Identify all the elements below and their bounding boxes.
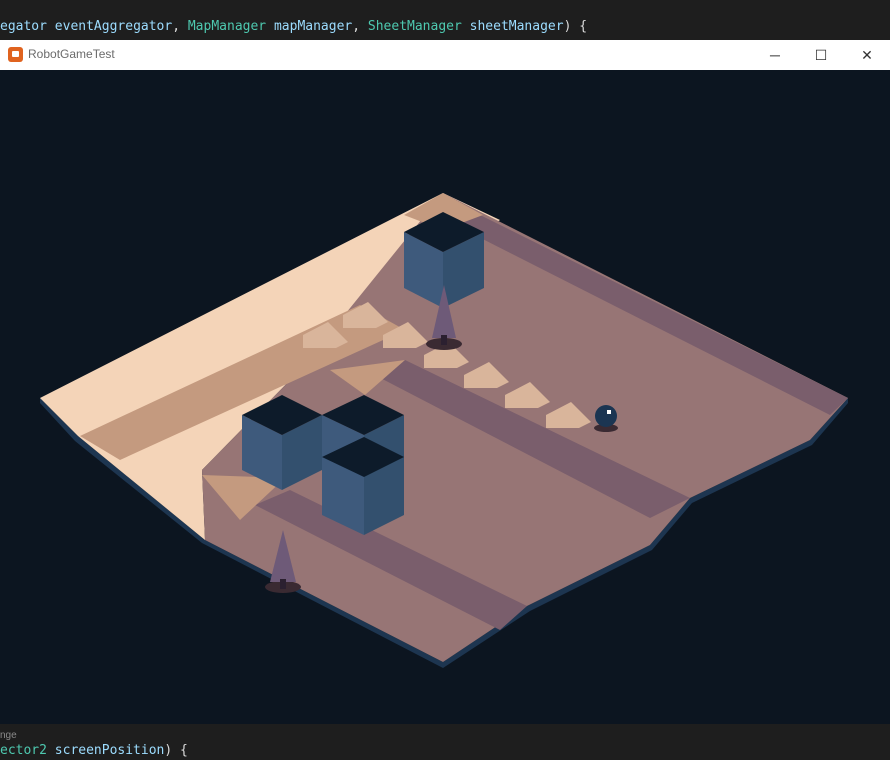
code-line-constructor: egator eventAggregator, MapManager mapMa… (0, 19, 587, 34)
code-line-method: ector2 screenPosition) { (0, 743, 188, 758)
close-button[interactable]: ✕ (844, 40, 890, 70)
code-token: ector2 (0, 743, 47, 758)
game-viewport[interactable] (0, 70, 890, 724)
code-token: egator (0, 19, 55, 34)
code-token: mapManager (266, 19, 353, 34)
brick-block (242, 395, 322, 490)
code-hint-text: nge (0, 730, 17, 741)
code-token: MapManager (187, 19, 267, 34)
code-token: SheetManager (367, 19, 462, 34)
code-token: screenPosition (46, 743, 165, 758)
brick-block (322, 437, 404, 535)
code-token: , (172, 19, 188, 34)
minimize-button[interactable]: ─ (752, 40, 798, 70)
monogame-app-icon (8, 47, 23, 62)
robot-player (594, 405, 618, 432)
isometric-scene (40, 193, 848, 668)
maximize-button[interactable]: ☐ (798, 40, 844, 70)
code-token: eventAggregator (54, 19, 173, 34)
code-token: ) { (563, 19, 588, 34)
window-title: RobotGameTest (28, 47, 115, 61)
code-editor-top: egator eventAggregator, MapManager mapMa… (0, 0, 890, 40)
code-token: ) { (164, 743, 188, 758)
code-editor-bottom: nge ector2 screenPosition) { (0, 724, 890, 760)
code-token: , (352, 19, 368, 34)
window-titlebar[interactable]: RobotGameTest ─ ☐ ✕ (0, 40, 890, 71)
code-token: sheetManager (461, 19, 564, 34)
game-window: RobotGameTest ─ ☐ ✕ (0, 40, 890, 724)
